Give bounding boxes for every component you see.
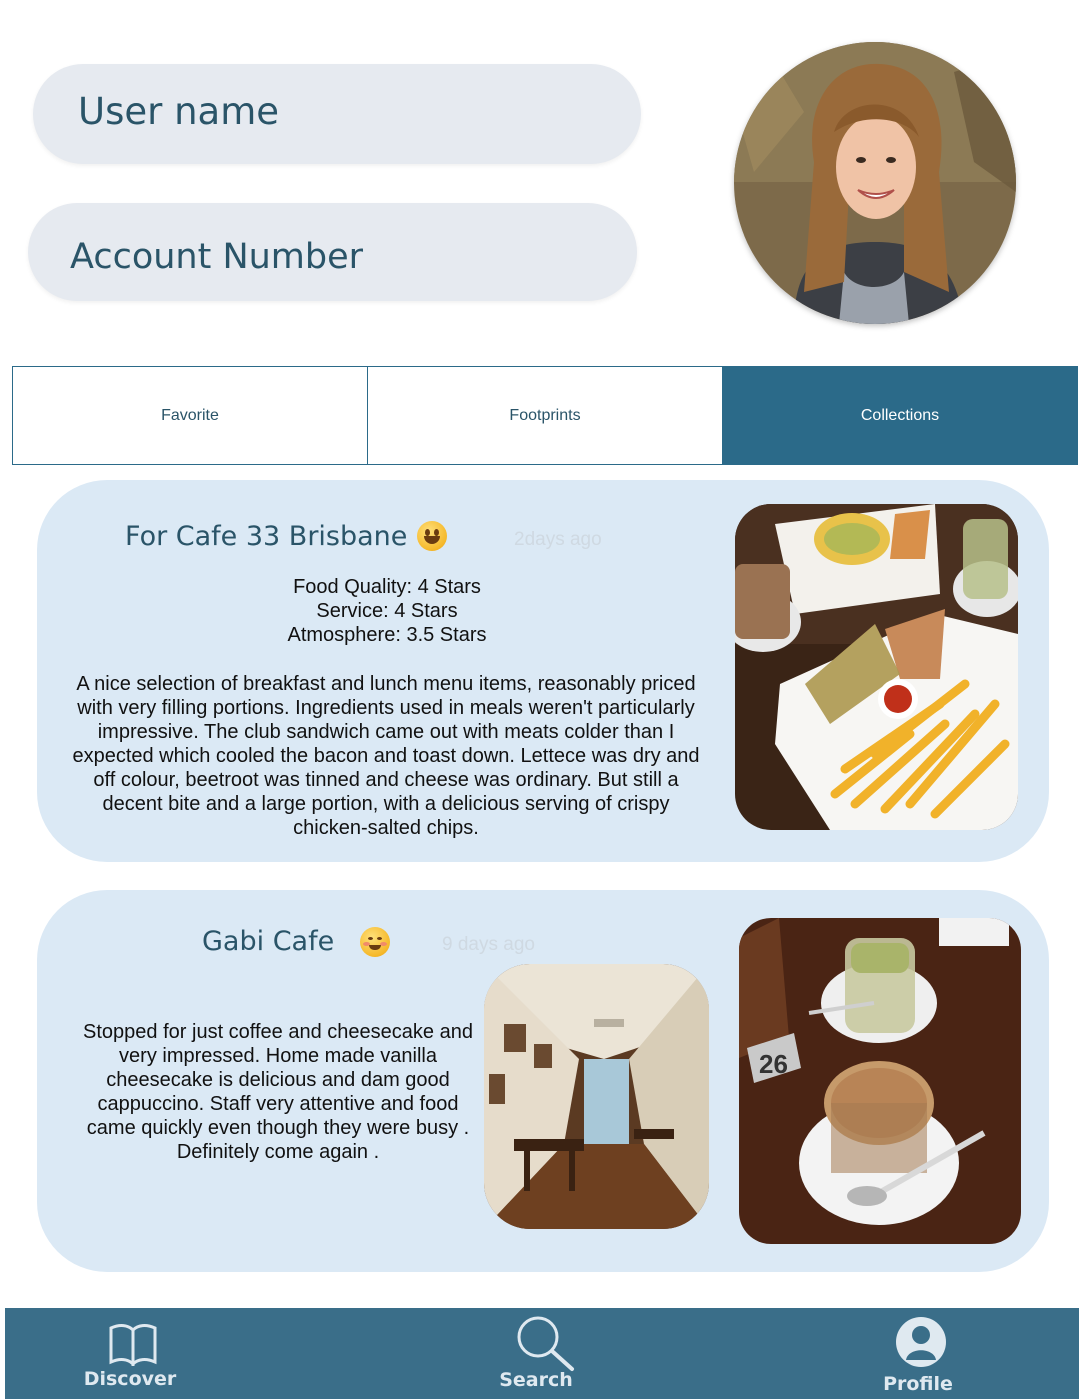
tab-collections[interactable]: Collections [722, 367, 1077, 464]
post-time: 2days ago [514, 529, 602, 550]
tab-footprints[interactable]: Footprints [367, 367, 722, 464]
rating-atmosphere: Atmosphere: 3.5 Stars [287, 624, 487, 646]
username-field[interactable]: User name [33, 64, 641, 164]
ratings-block: Food Quality: 4 Stars Service: 4 Stars A… [262, 575, 512, 647]
rating-service: Service: 4 Stars [316, 600, 458, 622]
post-time: 9 days ago [442, 934, 535, 955]
cafe-title: Gabi Cafe [202, 926, 335, 957]
nav-discover-label: Discover [83, 1368, 177, 1390]
coffee-photo[interactable]: 26 [739, 918, 1021, 1244]
cafe-interior-photo[interactable] [484, 964, 709, 1229]
review-text: A nice selection of breakfast and lunch … [72, 673, 700, 839]
nav-profile-label: Profile [883, 1373, 953, 1395]
cafe-title: For Cafe 33 Brisbane [125, 521, 408, 552]
bottom-nav: Discover Search Profile [5, 1308, 1079, 1399]
review-text: Stopped for just coffee and cheesecake a… [83, 1021, 473, 1163]
person-icon [896, 1317, 946, 1367]
username-label: User name [78, 90, 280, 133]
smiling-blush-face-icon [360, 927, 390, 957]
food-photo[interactable] [735, 504, 1018, 830]
nav-search-label: Search [499, 1369, 573, 1391]
review-card[interactable]: For Cafe 33 Brisbane 2days ago Food Qual… [37, 480, 1049, 862]
profile-avatar[interactable] [734, 42, 1016, 324]
magnifier-icon [517, 1316, 574, 1371]
collection-tabs: Favorite Footprints Collections [12, 366, 1078, 465]
tab-favorite[interactable]: Favorite [13, 367, 367, 464]
grinning-face-icon [417, 521, 447, 551]
svg-text:26: 26 [759, 1049, 788, 1079]
account-number-field[interactable]: Account Number [28, 203, 637, 301]
book-icon [109, 1324, 157, 1366]
nav-discover[interactable]: Discover [70, 1308, 190, 1399]
review-card[interactable]: Gabi Cafe 9 days ago Stopped for just co… [37, 890, 1049, 1272]
account-number-label: Account Number [70, 237, 364, 277]
nav-profile[interactable]: Profile [858, 1308, 978, 1399]
rating-food-quality: Food Quality: 4 Stars [293, 576, 481, 598]
nav-search[interactable]: Search [476, 1308, 596, 1399]
